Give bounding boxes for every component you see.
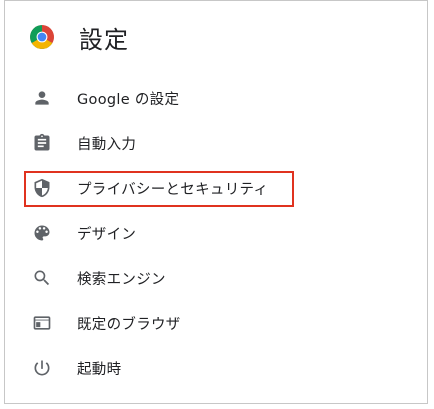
sidebar-item-on-startup[interactable]: 起動時 [5, 346, 427, 390]
clipboard-icon [31, 132, 53, 154]
sidebar-item-search-engine[interactable]: 検索エンジン [5, 256, 427, 300]
sidebar-item-autofill[interactable]: 自動入力 [5, 121, 427, 165]
sidebar-item-default-browser[interactable]: 既定のブラウザ [5, 301, 427, 345]
sidebar-item-appearance[interactable]: デザイン [5, 211, 427, 255]
sidebar-item-label: プライバシーとセキュリティ [77, 181, 269, 198]
sidebar-item-label: デザイン [77, 226, 137, 243]
search-icon [31, 267, 53, 289]
sidebar-item-label: 自動入力 [77, 136, 137, 153]
sidebar-item-privacy-security[interactable]: プライバシーとセキュリティ [5, 166, 427, 210]
shield-icon [31, 177, 53, 199]
sidebar-item-label: Google の設定 [77, 91, 180, 108]
sidebar-item-google-settings[interactable]: Google の設定 [5, 76, 427, 120]
palette-icon [31, 222, 53, 244]
person-icon [31, 87, 53, 109]
browser-window-icon [31, 312, 53, 334]
sidebar-item-label: 既定のブラウザ [77, 316, 181, 333]
sidebar-item-label: 検索エンジン [77, 271, 166, 288]
chrome-logo-icon [30, 25, 54, 49]
page-title: 設定 [79, 25, 129, 54]
settings-panel: 設定 Google の設定 自動入力 プライバシーとセキュリティ デザイン 検索… [4, 0, 428, 404]
power-icon [31, 357, 53, 379]
sidebar-item-label: 起動時 [77, 361, 122, 378]
settings-header: 設定 [29, 19, 129, 55]
